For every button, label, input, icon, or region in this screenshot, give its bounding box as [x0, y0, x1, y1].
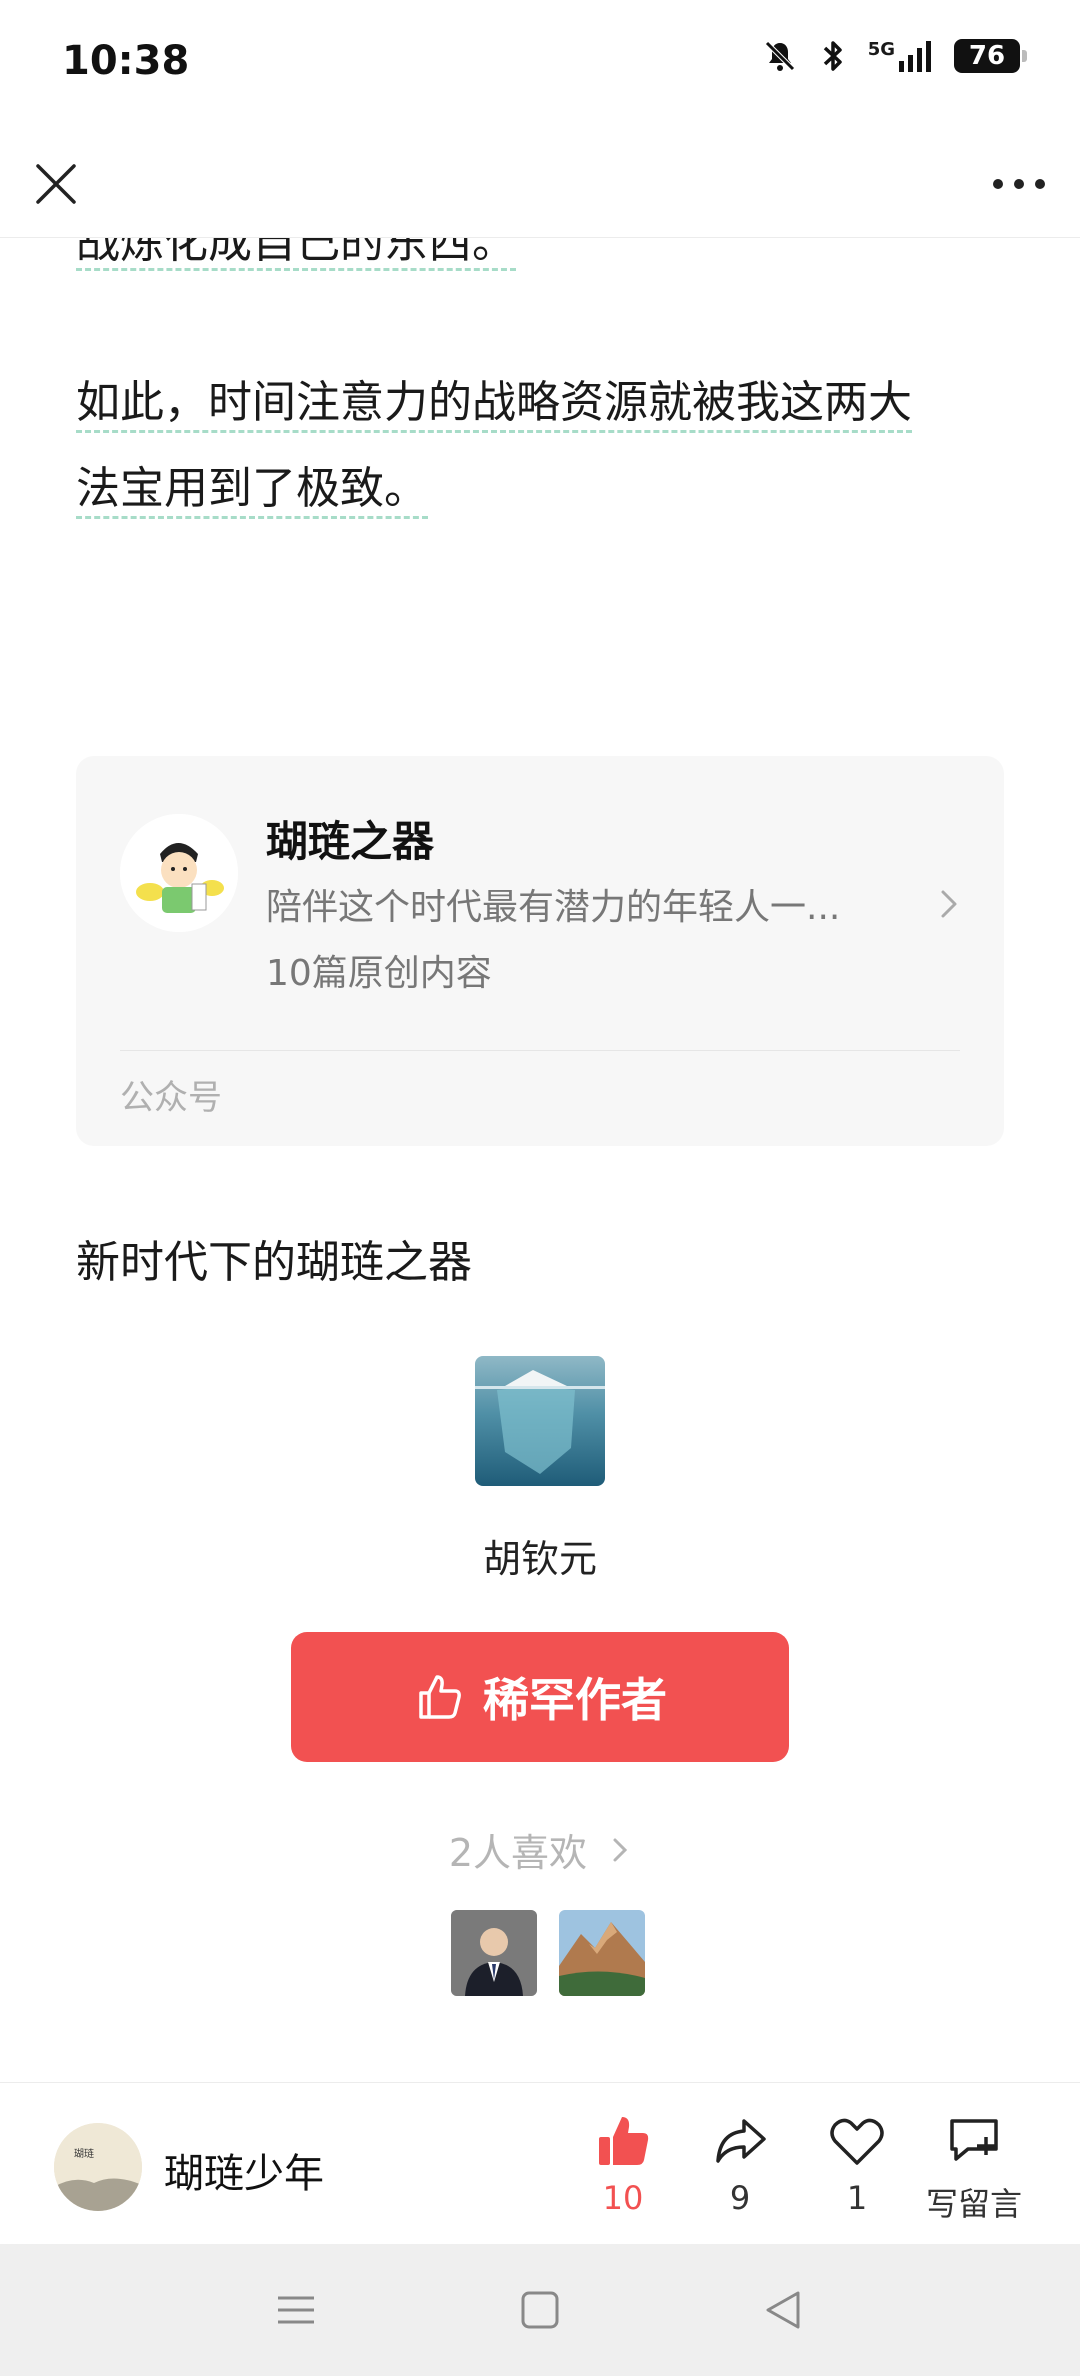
square-home-icon — [521, 2291, 559, 2329]
card-divider — [120, 1050, 960, 1051]
heart-icon — [830, 2118, 884, 2165]
like-count: 10 — [602, 2179, 644, 2217]
close-button[interactable] — [28, 156, 84, 212]
more-button[interactable] — [984, 156, 1054, 212]
author-avatar[interactable] — [475, 1356, 605, 1486]
reward-button-label: 稀罕作者 — [483, 1673, 667, 1727]
writer-name[interactable]: 瑚琏少年 — [164, 2141, 324, 2199]
collection-title[interactable]: 新时代下的瑚琏之器 — [76, 1226, 472, 1290]
nav-header — [0, 130, 1080, 238]
favorite-count: 1 — [846, 2179, 868, 2217]
comment-label: 写留言 — [925, 2185, 1022, 2223]
bell-muted-icon — [762, 38, 798, 74]
paragraph-line: 法宝用到了极致。 — [76, 463, 428, 519]
likes-label: 2人喜欢 — [448, 1831, 588, 1875]
liker-avatar[interactable] — [451, 1910, 537, 1996]
account-description: 陪伴这个时代最有潜力的年轻人一... — [266, 887, 841, 928]
bluetooth-icon — [820, 38, 846, 74]
signal-icon: 5G — [868, 39, 932, 73]
status-icons: 5G 76 — [762, 38, 1027, 74]
thumbs-up-icon — [419, 1675, 461, 1719]
account-avatar — [120, 814, 238, 932]
page: 10:38 5G 76 战炼化成自己的东西。 如此，时间注意力的战略资源就被我这… — [0, 0, 1080, 2376]
account-name: 瑚琏之器 — [266, 817, 435, 866]
status-time: 10:38 — [62, 38, 190, 84]
comment-add-icon — [950, 2119, 998, 2161]
more-icon — [993, 179, 1045, 189]
like-button[interactable]: 10 — [563, 2111, 683, 2217]
reward-author-button[interactable]: 稀罕作者 — [291, 1632, 789, 1762]
back-button[interactable] — [758, 2284, 810, 2336]
battery-icon: 76 — [954, 39, 1027, 73]
favorite-button[interactable]: 1 — [797, 2111, 917, 2217]
home-button[interactable] — [514, 2284, 566, 2336]
share-count: 9 — [729, 2179, 751, 2217]
account-card[interactable]: 瑚琏之器 陪伴这个时代最有潜力的年轻人一... 10篇原创内容 公众号 — [76, 756, 1004, 1146]
menu-icon — [278, 2296, 314, 2324]
status-bar: 10:38 5G 76 — [0, 0, 1080, 130]
writer-avatar[interactable]: 瑚琏 — [54, 2123, 142, 2211]
chevron-right-icon — [609, 1831, 631, 1875]
paragraph-line: 如此，时间注意力的战略资源就被我这两大 — [76, 377, 912, 433]
bottom-action-bar: 瑚琏 瑚琏少年 10 9 1 写留言 — [0, 2082, 1080, 2244]
author-name[interactable]: 胡钦元 — [0, 1528, 1080, 1583]
thumbs-up-filled-icon — [599, 2117, 649, 2165]
account-content-count: 10篇原创内容 — [266, 953, 492, 994]
network-label: 5G — [867, 39, 895, 60]
share-icon — [716, 2119, 766, 2163]
account-type-label: 公众号 — [120, 1078, 222, 1118]
write-comment-button[interactable]: 写留言 — [914, 2111, 1034, 2225]
close-icon — [36, 164, 76, 204]
liker-avatar[interactable] — [559, 1910, 645, 1996]
system-nav-bar — [0, 2244, 1080, 2376]
triangle-back-icon — [766, 2291, 800, 2329]
article-body: 如此，时间注意力的战略资源就被我这两大 法宝用到了极致。 — [76, 360, 1016, 532]
svg-text:瑚琏: 瑚琏 — [74, 2147, 94, 2160]
recent-apps-button[interactable] — [270, 2284, 322, 2336]
likes-link[interactable]: 2人喜欢 — [0, 1822, 1080, 1877]
battery-level: 76 — [968, 41, 1006, 71]
chevron-right-icon — [934, 884, 964, 924]
share-button[interactable]: 9 — [680, 2111, 800, 2217]
article-paragraph: 如此，时间注意力的战略资源就被我这两大 法宝用到了极致。 — [76, 360, 1016, 532]
